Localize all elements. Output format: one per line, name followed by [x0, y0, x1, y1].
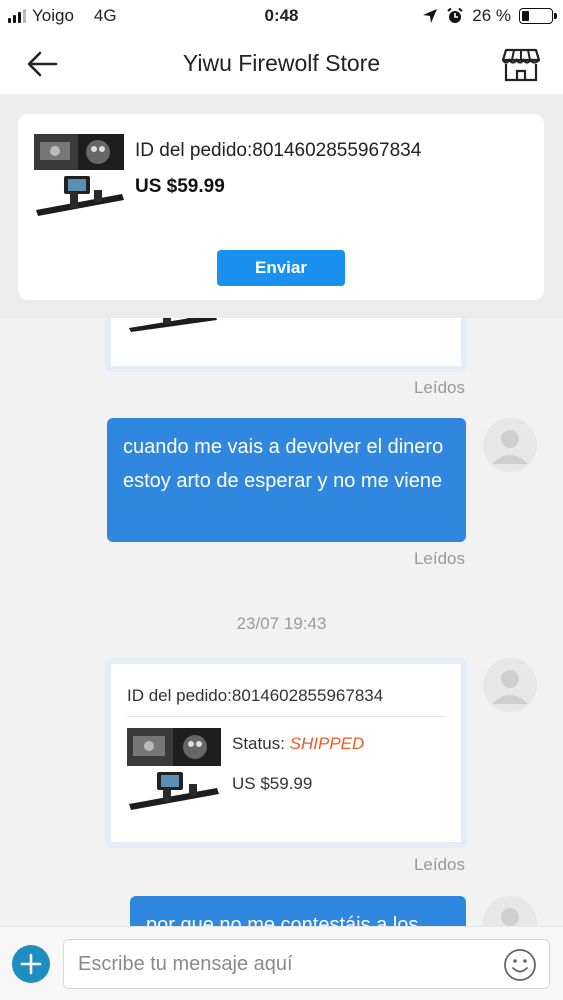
read-receipt: Leídos	[413, 378, 465, 397]
location-arrow-icon	[423, 9, 438, 23]
user-avatar-icon	[501, 908, 519, 926]
message-input-wrapper	[63, 939, 550, 989]
alarm-icon	[447, 7, 463, 23]
order-message-card[interactable]	[105, 318, 467, 372]
message-bubble[interactable]: cuando me vais a devolver el dinero esto…	[107, 418, 466, 542]
read-receipt: Leídos	[413, 549, 465, 568]
avatar[interactable]	[483, 658, 537, 712]
message-input[interactable]	[78, 940, 498, 988]
user-avatar-icon	[492, 430, 528, 464]
chat-thread: Leídos cuando me vais a devolver el dine…	[0, 318, 563, 926]
product-thumbnail	[127, 728, 221, 810]
battery-icon	[519, 8, 557, 24]
read-receipt: Leídos	[413, 855, 465, 874]
order-price: US $59.99	[232, 774, 313, 793]
battery-percent: 26 %	[472, 6, 511, 25]
composer-bar	[0, 926, 563, 1000]
status-label: Status:	[232, 734, 285, 753]
carrier-label: Yoigo	[32, 6, 74, 25]
avatar[interactable]	[483, 896, 537, 926]
divider	[127, 716, 445, 717]
chat-header: Yiwu Firewolf Store	[0, 34, 563, 94]
message-bubble[interactable]: por que no me contestáis a los	[130, 896, 466, 926]
message-text: cuando me vais a devolver el dinero esto…	[123, 436, 444, 492]
order-card: ID del pedido:8014602855967834 US $59.99…	[18, 114, 544, 300]
order-id: ID del pedido:8014602855967834	[127, 686, 384, 705]
user-avatar-icon	[492, 670, 528, 704]
order-id: ID del pedido:8014602855967834	[135, 140, 422, 161]
order-message-card[interactable]: ID del pedido:8014602855967834 Status: S…	[105, 658, 467, 848]
order-price: US $59.99	[135, 176, 225, 197]
plus-icon	[20, 953, 42, 975]
avatar[interactable]	[483, 418, 537, 472]
signal-icon	[8, 9, 26, 23]
product-thumbnail	[129, 318, 217, 332]
product-thumbnail[interactable]	[34, 134, 124, 222]
shipping-status: Status: SHIPPED	[232, 734, 364, 754]
timestamp: 23/07 19:43	[236, 614, 327, 633]
network-label: 4G	[93, 6, 117, 25]
status-bar: Yoigo 4G 0:48 26 %	[0, 0, 563, 34]
add-attachment-button[interactable]	[12, 945, 50, 983]
order-banner: ID del pedido:8014602855967834 US $59.99…	[0, 96, 563, 318]
status-value: SHIPPED	[289, 734, 365, 753]
send-order-button[interactable]: Enviar	[217, 250, 345, 286]
store-icon[interactable]	[501, 46, 541, 82]
message-text: por que no me contestáis a los	[146, 914, 419, 926]
emoji-icon[interactable]	[503, 948, 537, 982]
store-title: Yiwu Firewolf Store	[182, 50, 381, 76]
